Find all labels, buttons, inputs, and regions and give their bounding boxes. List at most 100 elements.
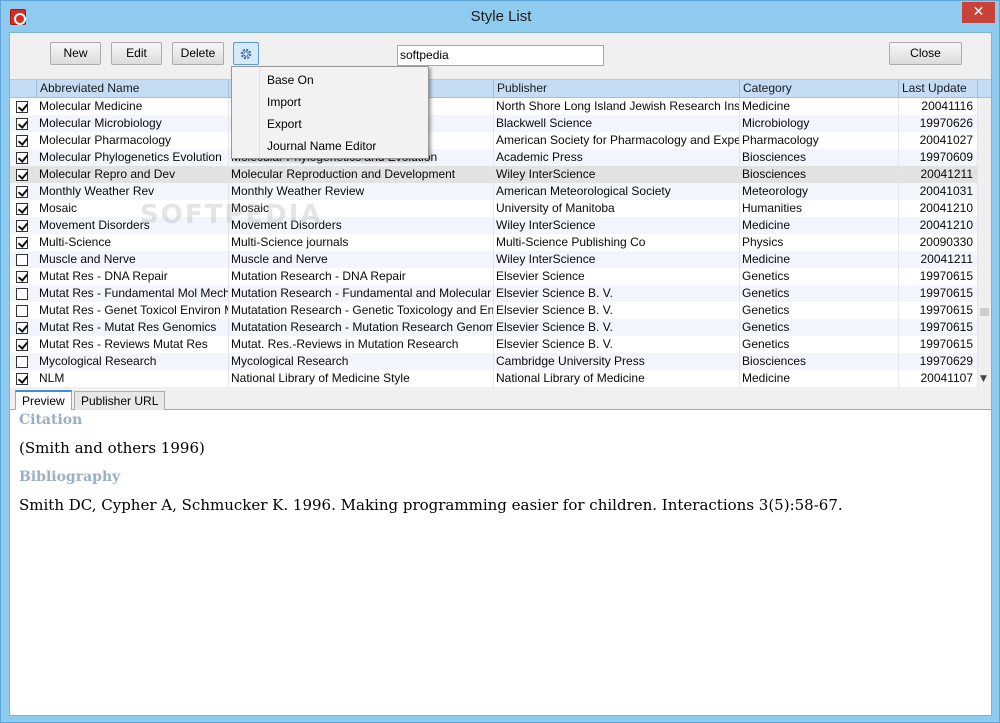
cell-category: Genetics: [740, 336, 899, 353]
menu-item-export[interactable]: Export: [267, 117, 302, 131]
menu-item-journal-name-editor[interactable]: Journal Name Editor: [267, 139, 376, 153]
cell-publisher: Blackwell Science: [494, 115, 740, 132]
row-checkbox[interactable]: [16, 101, 28, 113]
cell-updated: 20041210: [899, 200, 978, 217]
gear-icon: [240, 48, 252, 60]
row-checkbox[interactable]: [16, 254, 28, 266]
table-row[interactable]: Molecular Repro and Dev Molecular Reprodu…: [10, 166, 978, 183]
cell-publisher: North Shore Long Island Jewish Research …: [496, 98, 740, 115]
table-row[interactable]: Molecular Pharmacology American Society f…: [10, 132, 978, 149]
new-button[interactable]: New: [50, 42, 101, 65]
cell-publisher: University of Manitoba: [494, 200, 740, 217]
cell-category: Biosciences: [740, 353, 899, 370]
cell-category: Genetics: [740, 302, 899, 319]
row-checkbox[interactable]: [16, 135, 28, 147]
table-row[interactable]: NLM National Library of Medicine Style Nat…: [10, 370, 978, 387]
table-row[interactable]: Mutat Res - DNA Repair Mutation Research …: [10, 268, 978, 285]
row-checkbox[interactable]: [16, 220, 28, 232]
menu-item-import[interactable]: Import: [267, 95, 301, 109]
scrollbar-thumb[interactable]: [980, 308, 989, 316]
cell-category: Genetics: [740, 268, 899, 285]
cell-publisher: Elsevier Science B. V.: [494, 285, 740, 302]
cell-updated: 20041211: [899, 251, 978, 268]
row-checkbox[interactable]: [16, 373, 28, 385]
delete-button[interactable]: Delete: [172, 42, 224, 65]
cell-updated: 19970615: [899, 302, 978, 319]
row-checkbox[interactable]: [16, 169, 28, 181]
table-row[interactable]: Mycological Research Mycological Research…: [10, 353, 978, 370]
style-table: Abbreviated Name Publisher Category Last…: [10, 79, 991, 387]
cell-abbr: Molecular Medicine: [37, 98, 229, 115]
cell-full: Mutatation Research - Genetic Toxicology…: [231, 302, 494, 319]
cell-updated: 20041116: [899, 98, 978, 115]
cell-publisher: Elsevier Science: [494, 268, 740, 285]
row-checkbox[interactable]: [16, 356, 28, 368]
table-row[interactable]: Monthly Weather Rev Monthly Weather Revie…: [10, 183, 978, 200]
cell-abbr: Mutat Res - Genet Toxicol Environ Mut: [39, 302, 229, 319]
preview-pane: Citation (Smith and others 1996) Bibliog…: [10, 410, 991, 715]
cell-category: Biosciences: [740, 166, 899, 183]
close-window-button[interactable]: ✕: [962, 2, 995, 23]
cell-abbr: Mutat Res - Fundamental Mol Mech ...: [39, 285, 229, 302]
row-checkbox[interactable]: [16, 203, 28, 215]
table-row[interactable]: Mutat Res - Fundamental Mol Mech ... Muta…: [10, 285, 978, 302]
table-row[interactable]: Mutat Res - Reviews Mutat Res Mutat. Res.…: [10, 336, 978, 353]
column-header-check[interactable]: [10, 80, 37, 98]
cell-category: Biosciences: [740, 149, 899, 166]
citation-text: (Smith and others 1996): [19, 439, 205, 457]
table-row[interactable]: Molecular Medicine North Shore Long Islan…: [10, 98, 978, 115]
toolbar: New Edit Delete softpedia Close: [10, 33, 991, 79]
cell-full: Multi-Science journals: [229, 234, 494, 251]
row-checkbox[interactable]: [16, 339, 28, 351]
cell-publisher: Academic Press: [494, 149, 740, 166]
cell-category: Medicine: [740, 370, 899, 387]
cell-full: Mutat. Res.-Reviews in Mutation Research: [229, 336, 494, 353]
row-checkbox[interactable]: [16, 271, 28, 283]
table-row[interactable]: Molecular Microbiology Blackwell Science M…: [10, 115, 978, 132]
close-button[interactable]: Close: [889, 42, 962, 65]
watermark: SOFTPEDIA: [140, 200, 323, 230]
column-header-last-update[interactable]: Last Update: [899, 80, 978, 98]
scroll-down-arrow-icon[interactable]: ▼: [980, 374, 987, 384]
table-row[interactable]: Muscle and Nerve Muscle and Nerve Wiley In…: [10, 251, 978, 268]
cell-updated: 19970615: [899, 319, 978, 336]
search-input[interactable]: softpedia: [397, 45, 604, 66]
title-bar[interactable]: Style List ✕: [1, 1, 1000, 32]
row-checkbox[interactable]: [16, 186, 28, 198]
edit-button[interactable]: Edit: [111, 42, 162, 65]
cell-full: Mutation Research - DNA Repair: [229, 268, 494, 285]
vertical-scrollbar[interactable]: ▼: [978, 98, 991, 387]
row-checkbox[interactable]: [16, 237, 28, 249]
tab-publisher-url[interactable]: Publisher URL: [74, 391, 166, 411]
cell-full: Molecular Reproduction and Development: [229, 166, 494, 183]
column-header-publisher[interactable]: Publisher: [494, 80, 740, 98]
row-checkbox[interactable]: [16, 288, 28, 300]
client-area: New Edit Delete softpedia Close Abbrevia…: [9, 32, 992, 716]
row-checkbox[interactable]: [16, 322, 28, 334]
cell-updated: 19970615: [899, 268, 978, 285]
cell-abbr: Molecular Microbiology: [37, 115, 229, 132]
cell-abbr: Mycological Research: [37, 353, 229, 370]
cell-category: Meteorology: [740, 183, 899, 200]
table-row[interactable]: Mutat Res - Mutat Res Genomics Mutatation…: [10, 319, 978, 336]
cell-category: Genetics: [740, 319, 899, 336]
cell-publisher: Wiley InterScience: [494, 166, 740, 183]
cell-publisher: Elsevier Science B. V.: [494, 302, 740, 319]
column-header-abbreviated-name[interactable]: Abbreviated Name: [37, 80, 229, 98]
tab-preview[interactable]: Preview: [15, 390, 72, 411]
row-checkbox[interactable]: [16, 118, 28, 130]
bibliography-heading: Bibliography: [19, 469, 121, 485]
column-header-category[interactable]: Category: [740, 80, 899, 98]
cell-updated: 20041107: [899, 370, 978, 387]
table-row[interactable]: Multi-Science Multi-Science journals Multi…: [10, 234, 978, 251]
menu-icon-strip: [232, 67, 260, 158]
row-checkbox[interactable]: [16, 152, 28, 164]
cell-abbr: Mutat Res - Reviews Mutat Res: [37, 336, 229, 353]
cell-publisher: Multi-Science Publishing Co: [494, 234, 740, 251]
row-checkbox[interactable]: [16, 305, 28, 317]
cell-abbr: Molecular Pharmacology: [37, 132, 229, 149]
menu-item-base-on[interactable]: Base On: [267, 73, 314, 87]
options-button[interactable]: [233, 42, 259, 65]
table-row[interactable]: Molecular Phylogenetics EvolutionMolecul…: [10, 149, 978, 166]
table-row[interactable]: Mutat Res - Genet Toxicol Environ Mut Mut…: [10, 302, 978, 319]
